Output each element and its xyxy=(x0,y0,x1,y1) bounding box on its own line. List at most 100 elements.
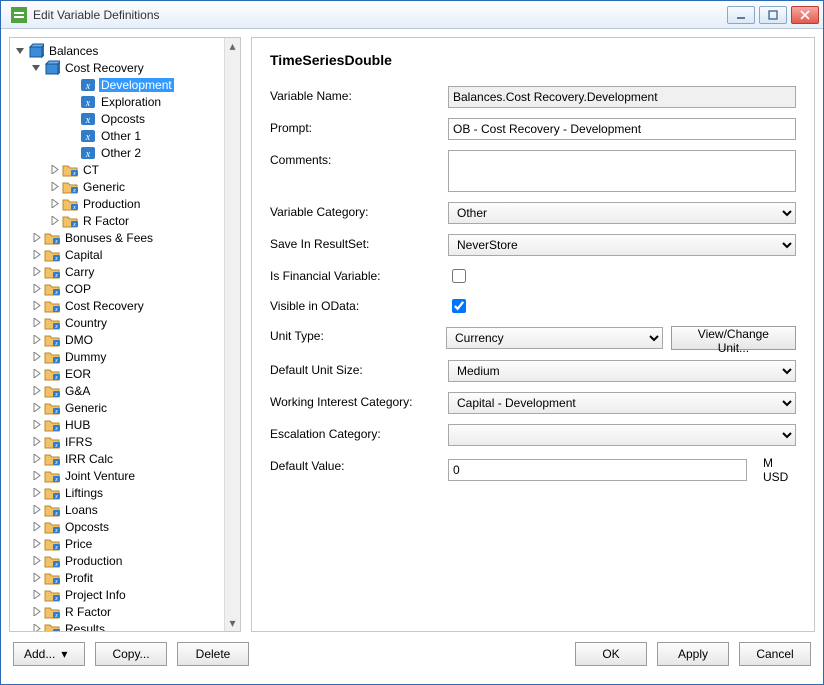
add-button[interactable]: Add...▾ xyxy=(13,642,85,666)
tree-node-cost-recovery[interactable]: xCost Recovery xyxy=(12,297,224,314)
tree-scrollbar[interactable]: ▴ ▾ xyxy=(224,38,240,631)
comments-textarea[interactable] xyxy=(448,150,796,192)
expander-icon[interactable] xyxy=(30,487,42,499)
tree-node-ct[interactable]: xCT xyxy=(12,161,224,178)
expander-icon[interactable] xyxy=(14,45,26,57)
svg-text:x: x xyxy=(85,81,91,92)
tree-node-cr-other-1[interactable]: xOther 1 xyxy=(12,127,224,144)
copy-button[interactable]: Copy... xyxy=(95,642,167,666)
expander-icon[interactable] xyxy=(30,589,42,601)
visible-odata-checkbox[interactable] xyxy=(452,299,466,313)
tree-node-cost-recovery[interactable]: Cost Recovery xyxy=(12,59,224,76)
delete-button[interactable]: Delete xyxy=(177,642,249,666)
tree-node-dmo[interactable]: xDMO xyxy=(12,331,224,348)
apply-button[interactable]: Apply xyxy=(657,642,729,666)
expander-icon[interactable] xyxy=(30,555,42,567)
cancel-button[interactable]: Cancel xyxy=(739,642,811,666)
tree-node-cop[interactable]: xCOP xyxy=(12,280,224,297)
label-unit-size: Default Unit Size: xyxy=(270,360,448,377)
working-interest-category-select[interactable]: Capital - Development xyxy=(448,392,796,414)
expander-icon[interactable] xyxy=(30,402,42,414)
expander-icon[interactable] xyxy=(30,623,42,632)
expander-icon[interactable] xyxy=(30,572,42,584)
tree-node-production[interactable]: xProduction xyxy=(12,195,224,212)
tree-node-opcosts[interactable]: xOpcosts xyxy=(12,518,224,535)
is-financial-checkbox[interactable] xyxy=(452,269,466,283)
scroll-up-icon[interactable]: ▴ xyxy=(225,38,240,54)
expander-icon[interactable] xyxy=(30,419,42,431)
tree-node-ifrs[interactable]: xIFRS xyxy=(12,433,224,450)
tree-node-project-info[interactable]: xProject Info xyxy=(12,586,224,603)
expander-icon[interactable] xyxy=(30,62,42,74)
expander-icon[interactable] xyxy=(30,606,42,618)
tree-node-r-factor[interactable]: xR Factor xyxy=(12,603,224,620)
expander-icon[interactable] xyxy=(48,198,60,210)
tree-node-bonuses-fees[interactable]: xBonuses & Fees xyxy=(12,229,224,246)
expander-icon[interactable] xyxy=(30,249,42,261)
escalation-category-select[interactable] xyxy=(448,424,796,446)
expander-icon[interactable] xyxy=(30,470,42,482)
svg-text:x: x xyxy=(85,98,91,109)
close-button[interactable] xyxy=(791,6,819,24)
ok-button[interactable]: OK xyxy=(575,642,647,666)
tree-node-r-factor[interactable]: xR Factor xyxy=(12,212,224,229)
maximize-button[interactable] xyxy=(759,6,787,24)
tree-node-price[interactable]: xPrice xyxy=(12,535,224,552)
minimize-button[interactable] xyxy=(727,6,755,24)
default-value-input[interactable] xyxy=(448,459,747,481)
tree-node-carry[interactable]: xCarry xyxy=(12,263,224,280)
expander-icon[interactable] xyxy=(30,300,42,312)
tree-node-cr-exploration[interactable]: xExploration xyxy=(12,93,224,110)
node-icon: x xyxy=(62,213,78,229)
expander-icon[interactable] xyxy=(30,436,42,448)
tree-node-generic[interactable]: xGeneric xyxy=(12,178,224,195)
expander-icon[interactable] xyxy=(30,521,42,533)
tree-node-g-a[interactable]: xG&A xyxy=(12,382,224,399)
tree-node-dummy[interactable]: xDummy xyxy=(12,348,224,365)
expander-icon[interactable] xyxy=(30,453,42,465)
expander-icon[interactable] xyxy=(30,232,42,244)
view-change-unit-button[interactable]: View/Change Unit... xyxy=(671,326,796,350)
tree-node-loans[interactable]: xLoans xyxy=(12,501,224,518)
save-in-resultset-select[interactable]: NeverStore xyxy=(448,234,796,256)
default-unit-size-select[interactable]: Medium xyxy=(448,360,796,382)
expander-icon[interactable] xyxy=(30,334,42,346)
tree-node-results[interactable]: xResults xyxy=(12,620,224,631)
expander-icon[interactable] xyxy=(30,538,42,550)
unit-type-select[interactable]: Currency xyxy=(446,327,663,349)
tree-node-cr-development[interactable]: xDevelopment xyxy=(12,76,224,93)
expander-icon[interactable] xyxy=(48,215,60,227)
svg-text:x: x xyxy=(72,205,76,211)
expander-icon[interactable] xyxy=(30,504,42,516)
tree-node-eor[interactable]: xEOR xyxy=(12,365,224,382)
prompt-input[interactable] xyxy=(448,118,796,140)
scroll-down-icon[interactable]: ▾ xyxy=(225,615,240,631)
expander-icon[interactable] xyxy=(48,164,60,176)
variable-category-select[interactable]: Other xyxy=(448,202,796,224)
expander-icon[interactable] xyxy=(30,317,42,329)
tree-node-cr-other-2[interactable]: xOther 2 xyxy=(12,144,224,161)
expander-icon[interactable] xyxy=(30,385,42,397)
tree-node-joint-venture[interactable]: xJoint Venture xyxy=(12,467,224,484)
expander-icon[interactable] xyxy=(48,181,60,193)
tree-node-balances[interactable]: Balances xyxy=(12,42,224,59)
tree-node-hub[interactable]: xHUB xyxy=(12,416,224,433)
variable-name-input[interactable] xyxy=(448,86,796,108)
expander-icon[interactable] xyxy=(30,368,42,380)
tree-node-cr-opcosts[interactable]: xOpcosts xyxy=(12,110,224,127)
expander-icon[interactable] xyxy=(30,266,42,278)
tree-node-production[interactable]: xProduction xyxy=(12,552,224,569)
tree[interactable]: BalancesCost RecoveryxDevelopmentxExplor… xyxy=(10,38,224,631)
svg-text:x: x xyxy=(72,171,76,177)
svg-text:x: x xyxy=(54,528,58,534)
tree-node-profit[interactable]: xProfit xyxy=(12,569,224,586)
tree-node-capital[interactable]: xCapital xyxy=(12,246,224,263)
tree-node-liftings[interactable]: xLiftings xyxy=(12,484,224,501)
expander-icon[interactable] xyxy=(30,283,42,295)
node-icon: x xyxy=(44,587,60,603)
tree-node-generic[interactable]: xGeneric xyxy=(12,399,224,416)
tree-node-country[interactable]: xCountry xyxy=(12,314,224,331)
tree-node-irr-calc[interactable]: xIRR Calc xyxy=(12,450,224,467)
expander-icon[interactable] xyxy=(30,351,42,363)
node-icon: x xyxy=(62,179,78,195)
